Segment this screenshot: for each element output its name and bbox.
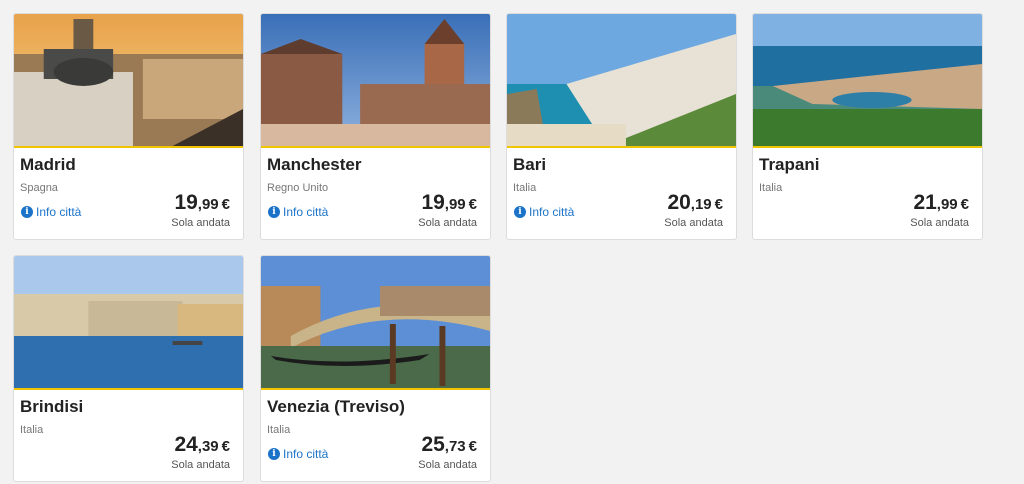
country-name: Italia [267, 424, 291, 436]
trip-type: Sola andata [910, 217, 969, 229]
info-city-link[interactable]: i Info città [268, 447, 328, 461]
country-name: Italia [759, 182, 783, 194]
destination-card-trapani[interactable]: Trapani Italia 21,99 € Sola andata [752, 13, 983, 240]
venezia-photo [261, 256, 490, 390]
price-currency: € [221, 196, 230, 213]
price-currency: € [221, 438, 230, 455]
price-currency: € [468, 438, 477, 455]
info-city-label: Info città [283, 205, 329, 219]
city-name: Manchester [267, 155, 362, 174]
price-integer: 21 [913, 191, 937, 214]
trip-type: Sola andata [418, 459, 477, 471]
country-name: Italia [20, 424, 44, 436]
country-name: Italia [513, 182, 537, 194]
price-currency: € [960, 196, 969, 213]
price: 25,73 € [421, 433, 477, 457]
price-integer: 19 [174, 191, 198, 214]
trapani-photo [753, 14, 982, 148]
manchester-photo [261, 14, 490, 148]
info-city-label: Info città [529, 205, 575, 219]
city-name: Trapani [759, 155, 820, 174]
info-icon: i [268, 206, 280, 218]
country-name: Spagna [20, 182, 58, 194]
city-name: Bari [513, 155, 547, 174]
price-integer: 24 [174, 433, 198, 456]
destination-card-bari[interactable]: Bari Italia i Info città 20,19 € Sola and… [506, 13, 737, 240]
destination-card-brindisi[interactable]: Brindisi Italia 24,39 € Sola andata [13, 255, 244, 482]
price: 21,99 € [913, 191, 969, 215]
info-city-link[interactable]: i Info città [268, 205, 328, 219]
price-decimal: ,99 [197, 196, 219, 213]
price-currency: € [714, 196, 723, 213]
price: 19,99 € [174, 191, 230, 215]
info-city-label: Info città [283, 447, 329, 461]
info-city-link[interactable]: i Info città [21, 205, 81, 219]
price: 24,39 € [174, 433, 230, 457]
destination-card-madrid[interactable]: Madrid Spagna i Info città 19,99 € Sola a… [13, 13, 244, 240]
price-integer: 19 [421, 191, 445, 214]
city-name: Madrid [20, 155, 76, 174]
brindisi-photo [14, 256, 243, 390]
info-city-label: Info città [36, 205, 82, 219]
price-decimal: ,19 [690, 196, 712, 213]
price-integer: 25 [421, 433, 445, 456]
info-icon: i [514, 206, 526, 218]
trip-type: Sola andata [418, 217, 477, 229]
price-integer: 20 [667, 191, 691, 214]
country-name: Regno Unito [267, 182, 329, 194]
info-icon: i [21, 206, 33, 218]
price-decimal: ,99 [444, 196, 466, 213]
price-decimal: ,99 [936, 196, 958, 213]
city-name: Brindisi [20, 397, 84, 416]
price-decimal: ,73 [444, 438, 466, 455]
bari-photo [507, 14, 736, 148]
info-icon: i [268, 448, 280, 460]
madrid-photo [14, 14, 243, 148]
destination-card-venezia-treviso[interactable]: Venezia (Treviso) Italia i Info città 25… [260, 255, 491, 482]
destination-card-manchester[interactable]: Manchester Regno Unito i Info città 19,9… [260, 13, 491, 240]
info-city-link[interactable]: i Info città [514, 205, 574, 219]
price-decimal: ,39 [197, 438, 219, 455]
price: 20,19 € [667, 191, 723, 215]
trip-type: Sola andata [664, 217, 723, 229]
trip-type: Sola andata [171, 217, 230, 229]
price: 19,99 € [421, 191, 477, 215]
price-currency: € [468, 196, 477, 213]
trip-type: Sola andata [171, 459, 230, 471]
city-name: Venezia (Treviso) [267, 397, 405, 416]
